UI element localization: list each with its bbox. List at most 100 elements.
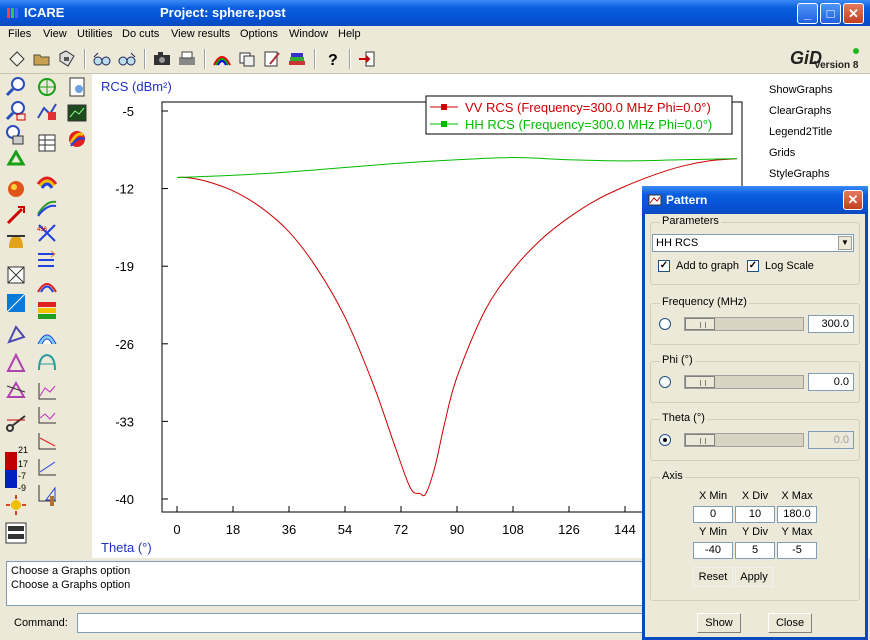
cross-icon[interactable]: 456 [36,222,58,244]
menu-view[interactable]: View [43,28,67,40]
help-icon[interactable]: ? [322,49,342,69]
clear-graphs-command[interactable]: ClearGraphs [769,105,831,117]
x-tick-label: 36 [282,522,296,537]
rainbow-icon[interactable] [36,170,58,192]
mesh-color-icon[interactable] [5,292,27,314]
frequency-group-label: Frequency (MHz) [660,296,749,308]
pattern-dialog-close-button[interactable]: ✕ [843,190,863,210]
y-tick-label: -26 [115,337,134,352]
triangle-icon[interactable] [5,352,27,374]
cut-icon[interactable] [5,412,27,434]
exit-icon[interactable] [357,49,377,69]
edit-icon[interactable] [262,49,282,69]
color-sphere-icon[interactable] [66,128,88,150]
phi-slider[interactable] [684,375,804,389]
y-min-input[interactable]: -40 [693,542,733,559]
legend2title-command[interactable]: Legend2Title [769,126,832,138]
message-line: Choose a Graphs option [11,579,131,591]
recycle-icon[interactable] [5,150,27,172]
nodes-elems-icon[interactable] [5,522,27,544]
new-file-icon[interactable] [7,49,27,69]
notes-icon[interactable] [66,76,88,98]
x-min-input[interactable]: 0 [693,506,733,523]
close-button[interactable]: ✕ [843,3,864,24]
stream-icon[interactable] [36,196,58,218]
arch-icon[interactable] [36,326,58,348]
y-max-input[interactable]: -5 [777,542,817,559]
graph-window-icon[interactable] [66,102,88,124]
plot-icon-4[interactable] [36,456,58,478]
zoom-out-icon[interactable] [5,124,27,146]
frequency-value[interactable]: 300.0 [808,315,854,333]
slider-thumb[interactable] [685,434,715,446]
brush-icon[interactable] [36,490,58,512]
pointer-icon[interactable] [5,204,27,226]
box-icon[interactable] [5,264,27,286]
phi-value[interactable]: 0.0 [808,373,854,391]
slider-thumb[interactable] [685,376,715,388]
pattern-dialog-titlebar[interactable]: Pattern ✕ [642,186,868,214]
x-div-input[interactable]: 10 [735,506,775,523]
show-button[interactable]: Show [697,613,741,633]
mesh-sphere-icon[interactable] [36,76,58,98]
style-graphs-command[interactable]: StyleGraphs [769,168,830,180]
menu-window[interactable]: Window [289,28,328,40]
log-scale-checkbox[interactable]: ✓ [747,260,759,272]
x-max-input[interactable]: 180.0 [777,506,817,523]
phi-radio[interactable] [659,376,671,388]
stripes-icon[interactable] [36,300,58,322]
graph-color-icon[interactable] [36,100,58,122]
camera-icon[interactable] [152,49,172,69]
slider-thumb[interactable] [685,318,715,330]
zoom-icon[interactable] [5,76,27,98]
chevron-down-icon[interactable]: ▼ [838,236,852,250]
shell-icon[interactable] [36,352,58,374]
bell-icon[interactable] [5,232,27,254]
zoom-frame-icon[interactable] [5,100,27,122]
menu-view-results[interactable]: View results [171,28,230,40]
plot-icon-3[interactable] [36,430,58,452]
x-tick-label: 18 [226,522,240,537]
menu-do-cuts[interactable]: Do cuts [122,28,159,40]
tetra-icon[interactable] [5,324,27,346]
show-graphs-command[interactable]: ShowGraphs [769,84,833,96]
frequency-radio[interactable] [659,318,671,330]
y-tick-label: -33 [115,414,134,429]
books-icon[interactable] [287,49,307,69]
table-icon[interactable] [36,132,58,154]
glasses-icon[interactable] [92,49,112,69]
glasses-alt-icon[interactable] [117,49,137,69]
menu-files[interactable]: Files [8,28,31,40]
print-icon[interactable] [177,49,197,69]
burst-icon[interactable] [5,494,27,516]
phi-group-label: Phi (°) [660,354,695,366]
plot-icon-1[interactable] [36,380,58,402]
y-div-input[interactable]: 5 [735,542,775,559]
layers-icon[interactable] [237,49,257,69]
grids-command[interactable]: Grids [769,147,795,159]
apply-button[interactable]: Apply [735,567,773,587]
menu-utilities[interactable]: Utilities [77,28,112,40]
rainbow-lines-icon[interactable] [36,274,58,296]
parameter-select-value: HH RCS [656,237,699,249]
add-to-graph-checkbox[interactable]: ✓ [658,260,670,272]
menu-help[interactable]: Help [338,28,361,40]
open-folder-icon[interactable] [32,49,52,69]
maximize-button[interactable]: □ [820,3,841,24]
parameter-select[interactable]: HH RCS ▼ [652,234,854,252]
pattern-icon [648,194,662,206]
arrows-icon[interactable] [36,248,58,270]
frequency-slider[interactable] [684,317,804,331]
theta-radio[interactable] [659,434,671,446]
reset-button[interactable]: Reset [693,567,733,587]
line-triangle-icon[interactable] [5,378,27,400]
render-icon[interactable] [5,178,27,200]
minimize-button[interactable]: _ [797,3,818,24]
close-dialog-button[interactable]: Close [768,613,812,633]
color-scale-label-3: -7 [18,471,27,481]
theta-slider[interactable] [684,433,804,447]
contour-icon[interactable] [212,49,232,69]
save-icon[interactable] [57,49,77,69]
plot-icon-2[interactable] [36,404,58,426]
menu-options[interactable]: Options [240,28,278,40]
